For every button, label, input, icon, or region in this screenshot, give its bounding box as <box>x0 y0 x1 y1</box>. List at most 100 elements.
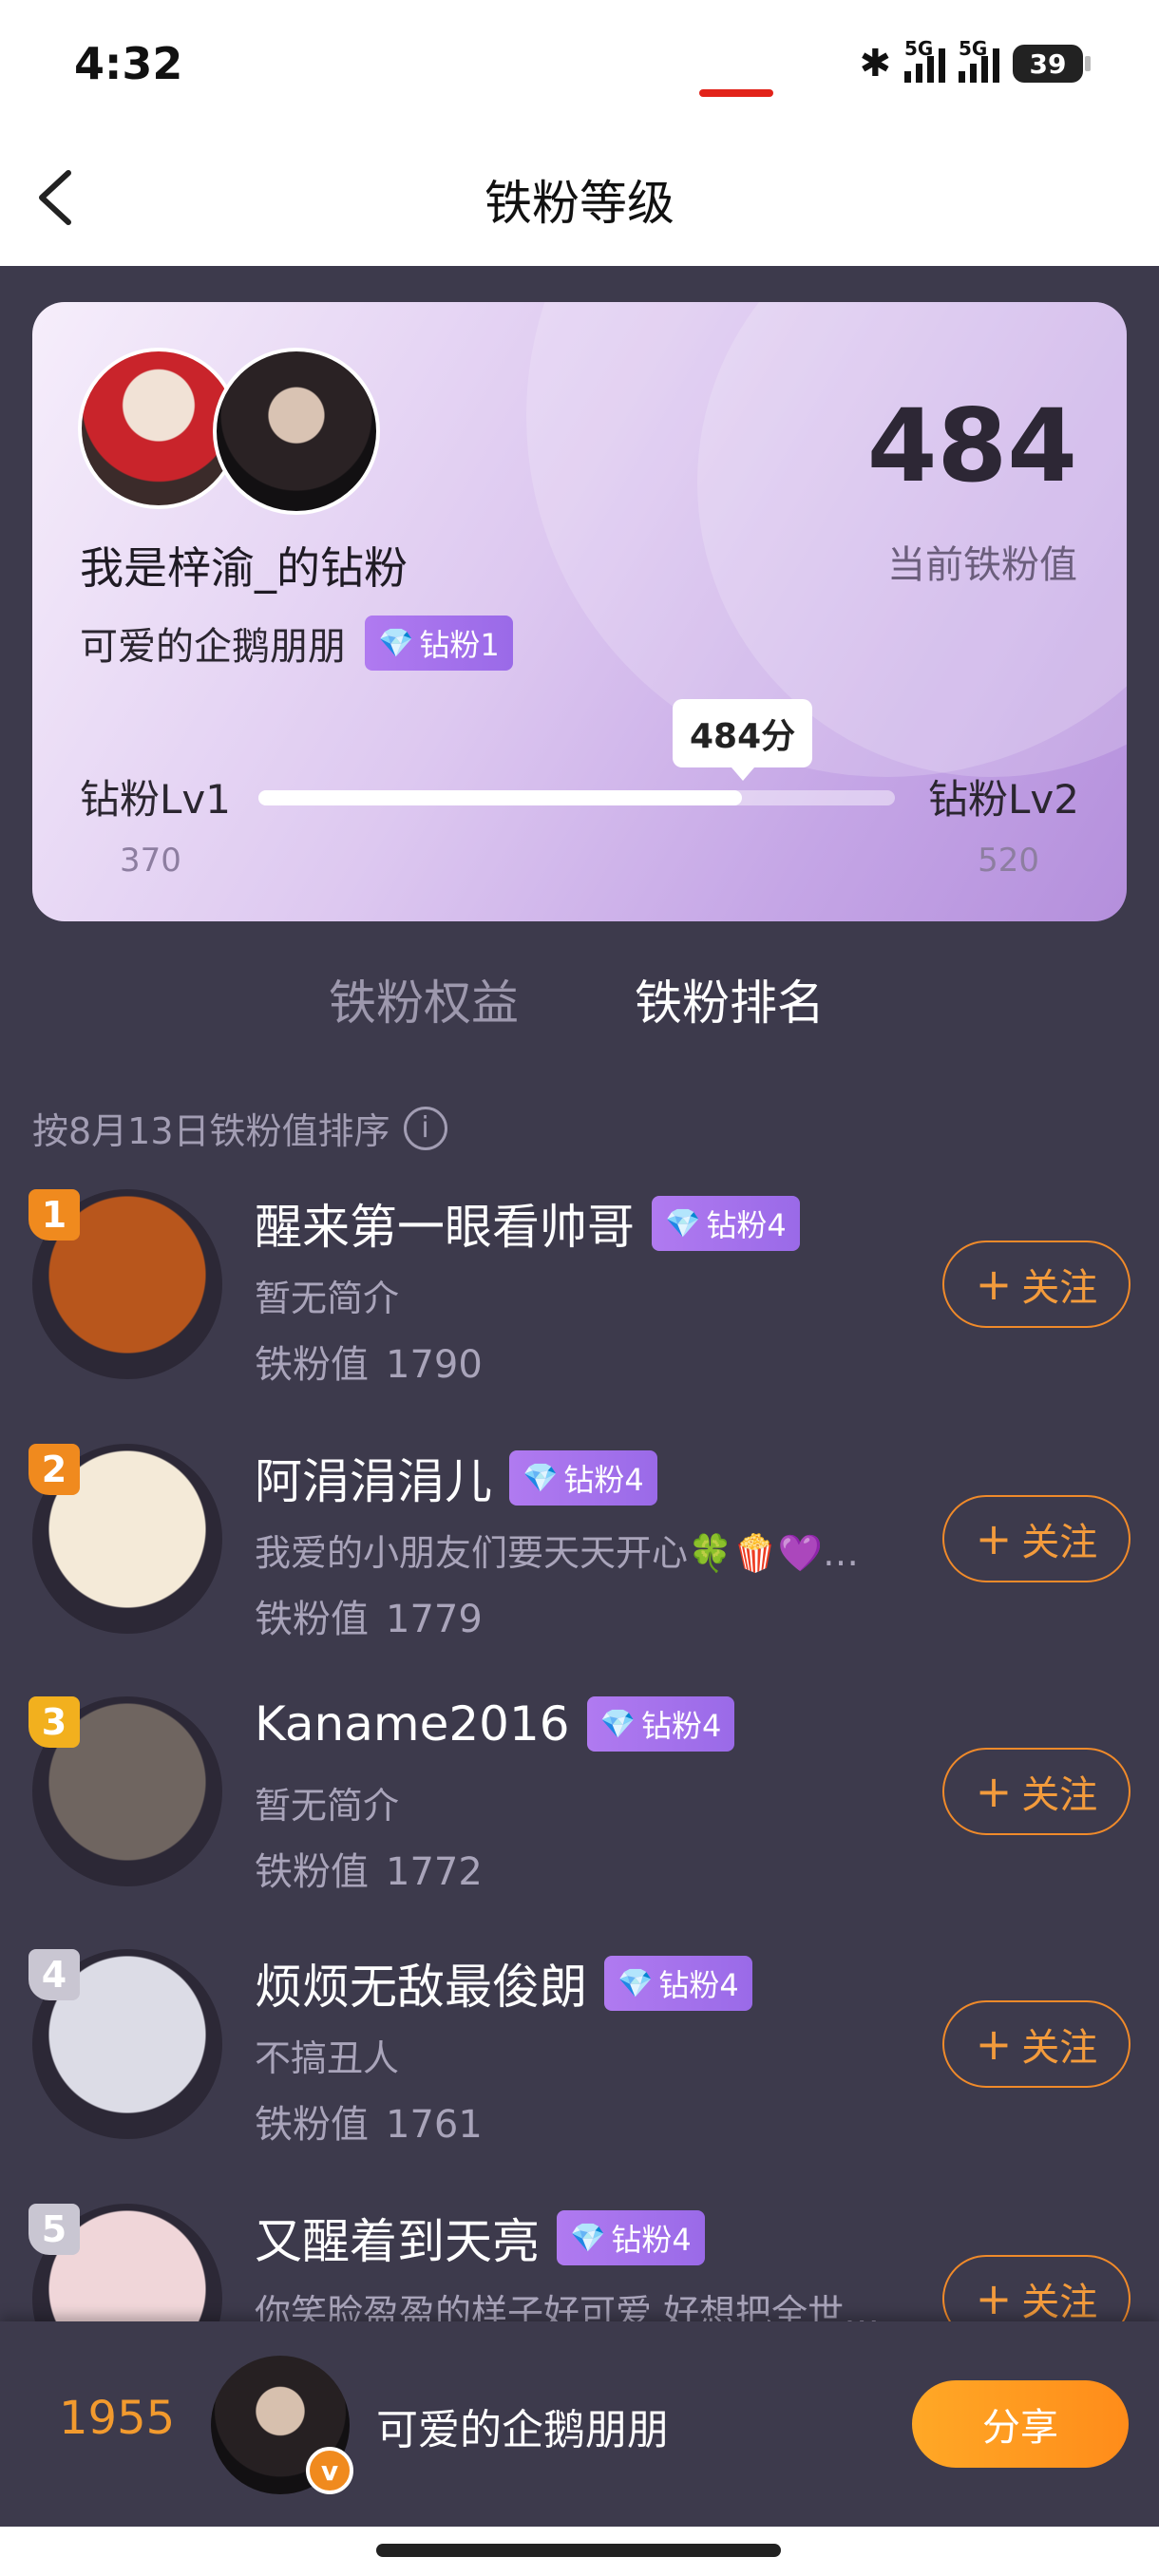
rank-badge: 3 <box>28 1696 80 1748</box>
ranking-row[interactable]: 1 醒来第一眼看帅哥 💎 钻粉4 暂无简介 铁粉值 1790 + 关注 <box>0 1184 1159 1411</box>
sort-note: 按8月13日铁粉值排序 i <box>32 1102 447 1154</box>
level-badge: 💎 钻粉4 <box>604 1956 752 2011</box>
fan-score: 铁粉值 1790 <box>255 1334 483 1389</box>
fan-score-value: 1779 <box>386 1598 483 1641</box>
level-progress-bar <box>258 790 895 805</box>
plus-icon: + <box>975 1766 1013 1817</box>
follow-label: 关注 <box>1021 1773 1098 1817</box>
plus-icon: + <box>975 1259 1013 1310</box>
ranking-row[interactable]: 4 烦烦无敌最俊朗 💎 钻粉4 不搞丑人 铁粉值 1761 + 关注 <box>0 1943 1159 2171</box>
level-right-value: 520 <box>978 842 1039 880</box>
signal-label: 5G <box>904 37 934 60</box>
ranking-row[interactable]: 3 Kaname2016 💎 钻粉4 暂无简介 铁粉值 1772 + 关注 <box>0 1691 1159 1919</box>
fan-score-label: 铁粉值 <box>255 1598 369 1641</box>
share-button[interactable]: 分享 <box>912 2380 1129 2468</box>
tab-fan-benefits[interactable]: 铁粉权益 <box>329 965 519 1033</box>
follow-label: 关注 <box>1021 1266 1098 1310</box>
fan-level-card: 我是梓渝_的钻粉 可爱的企鹅朋朋 💎 钻粉1 484 当前铁粉值 484分 钻粉… <box>32 302 1127 921</box>
level-badge: 💎 钻粉4 <box>557 2210 705 2265</box>
my-name: 可爱的企鹅朋朋 <box>376 2406 669 2454</box>
level-badge-label: 钻粉4 <box>611 2222 692 2258</box>
user-bio: 暂无简介 <box>255 1278 400 1319</box>
rank-badge: 1 <box>28 1189 80 1241</box>
diamond-icon: 💎 <box>618 1966 654 2000</box>
fan-score: 铁粉值 1761 <box>255 2093 483 2149</box>
card-user-name: 可爱的企鹅朋朋 <box>80 625 346 669</box>
rank-badge: 5 <box>28 2204 80 2255</box>
user-bio: 不搞丑人 <box>255 2037 400 2079</box>
battery-icon: 39 <box>1013 45 1091 83</box>
fan-score-label: 铁粉值 <box>255 2103 369 2147</box>
level-badge-label: 钻粉4 <box>706 1207 787 1243</box>
level-badge-label: 钻粉4 <box>563 1462 644 1498</box>
row-name-line: 烦烦无敌最俊朗 💎 钻粉4 <box>255 1949 752 2017</box>
sort-note-text: 按8月13日铁粉值排序 <box>32 1110 390 1152</box>
diamond-icon: 💎 <box>378 626 414 660</box>
row-name-line: Kaname2016 💎 钻粉4 <box>255 1696 735 1752</box>
current-score: 484 <box>866 388 1077 504</box>
fan-score-value: 1772 <box>386 1850 483 1894</box>
user-name[interactable]: 阿涓涓涓儿 <box>255 1444 492 1512</box>
level-badge: 💎 钻粉4 <box>509 1450 657 1506</box>
fan-score: 铁粉值 1772 <box>255 1841 483 1896</box>
plus-icon: + <box>975 1513 1013 1564</box>
user-name[interactable]: 烦烦无敌最俊朗 <box>255 1949 587 2017</box>
follow-button[interactable]: + 关注 <box>942 1241 1130 1328</box>
level-badge-label: 钻粉1 <box>419 627 500 663</box>
plus-icon: + <box>975 2273 1013 2324</box>
row-name-line: 醒来第一眼看帅哥 💎 钻粉4 <box>255 1189 800 1258</box>
follow-label: 关注 <box>1021 2281 1098 2324</box>
user-avatar <box>213 348 380 515</box>
follow-button[interactable]: + 关注 <box>942 2000 1130 2088</box>
info-icon[interactable]: i <box>403 1106 447 1150</box>
tab-bar: 铁粉权益 铁粉排名 <box>0 965 1159 1051</box>
level-badge: 💎 钻粉1 <box>365 616 513 671</box>
my-rank-bar: 1955 v 可爱的企鹅朋朋 分享 <box>0 2321 1159 2527</box>
diamond-icon: 💎 <box>570 2221 606 2255</box>
user-name[interactable]: Kaname2016 <box>255 1696 570 1752</box>
diamond-icon: 💎 <box>665 1206 701 1241</box>
current-score-label: 当前铁粉值 <box>887 543 1077 587</box>
rank-badge: 2 <box>28 1444 80 1495</box>
user-bio: 我爱的小朋友们要天天开心🍀🍿💜… <box>255 1532 859 1574</box>
follow-label: 关注 <box>1021 2026 1098 2070</box>
level-right-label: 钻粉Lv2 <box>928 776 1079 823</box>
user-name[interactable]: 醒来第一眼看帅哥 <box>255 1189 635 1258</box>
level-badge-label: 钻粉4 <box>640 1708 722 1744</box>
level-left-value: 370 <box>120 842 181 880</box>
fan-score-value: 1790 <box>386 1343 483 1387</box>
home-indicator[interactable] <box>376 2544 781 2557</box>
status-time: 4:32 <box>74 38 183 89</box>
level-badge: 💎 钻粉4 <box>652 1196 800 1251</box>
fan-group-name: 我是梓渝_的钻粉 <box>80 542 408 594</box>
signal-icon: 5G <box>904 37 945 83</box>
active-tab-indicator <box>699 89 773 97</box>
fan-score-label: 铁粉值 <box>255 1343 369 1387</box>
diamond-icon: 💎 <box>599 1707 636 1741</box>
top-bar: 4:32 ✱ 5G 5G 39 铁粉等级 <box>0 0 1159 266</box>
follow-label: 关注 <box>1021 1521 1098 1564</box>
user-bio: 暂无简介 <box>255 1785 400 1827</box>
fan-score: 铁粉值 1779 <box>255 1588 483 1643</box>
fan-score-label: 铁粉值 <box>255 1850 369 1894</box>
system-home-bar <box>0 2527 1159 2576</box>
signal-label: 5G <box>959 37 988 60</box>
row-name-line: 阿涓涓涓儿 💎 钻粉4 <box>255 1444 657 1512</box>
level-badge: 💎 钻粉4 <box>586 1696 735 1752</box>
user-name[interactable]: 又醒着到天亮 <box>255 2204 540 2272</box>
card-user-row: 可爱的企鹅朋朋 💎 钻粉1 <box>80 616 513 671</box>
level-badge-label: 钻粉4 <box>658 1967 739 2003</box>
follow-button[interactable]: + 关注 <box>942 1495 1130 1582</box>
verified-icon: v <box>306 2447 353 2494</box>
tab-fan-ranking[interactable]: 铁粉排名 <box>635 965 825 1033</box>
follow-button[interactable]: + 关注 <box>942 1748 1130 1835</box>
ranking-row[interactable]: 2 阿涓涓涓儿 💎 钻粉4 我爱的小朋友们要天天开心🍀🍿💜… 铁粉值 1779 + 关… <box>0 1438 1159 1666</box>
page-title: 铁粉等级 <box>484 176 674 231</box>
plus-icon: + <box>975 2018 1013 2070</box>
level-left-label: 钻粉Lv1 <box>80 776 231 823</box>
level-progress-fill <box>258 790 743 805</box>
signal-icon: 5G <box>959 37 999 83</box>
status-icons: ✱ 5G 5G 39 <box>859 37 1091 85</box>
progress-tooltip: 484分 <box>673 699 813 781</box>
diamond-icon: 💎 <box>522 1461 559 1495</box>
